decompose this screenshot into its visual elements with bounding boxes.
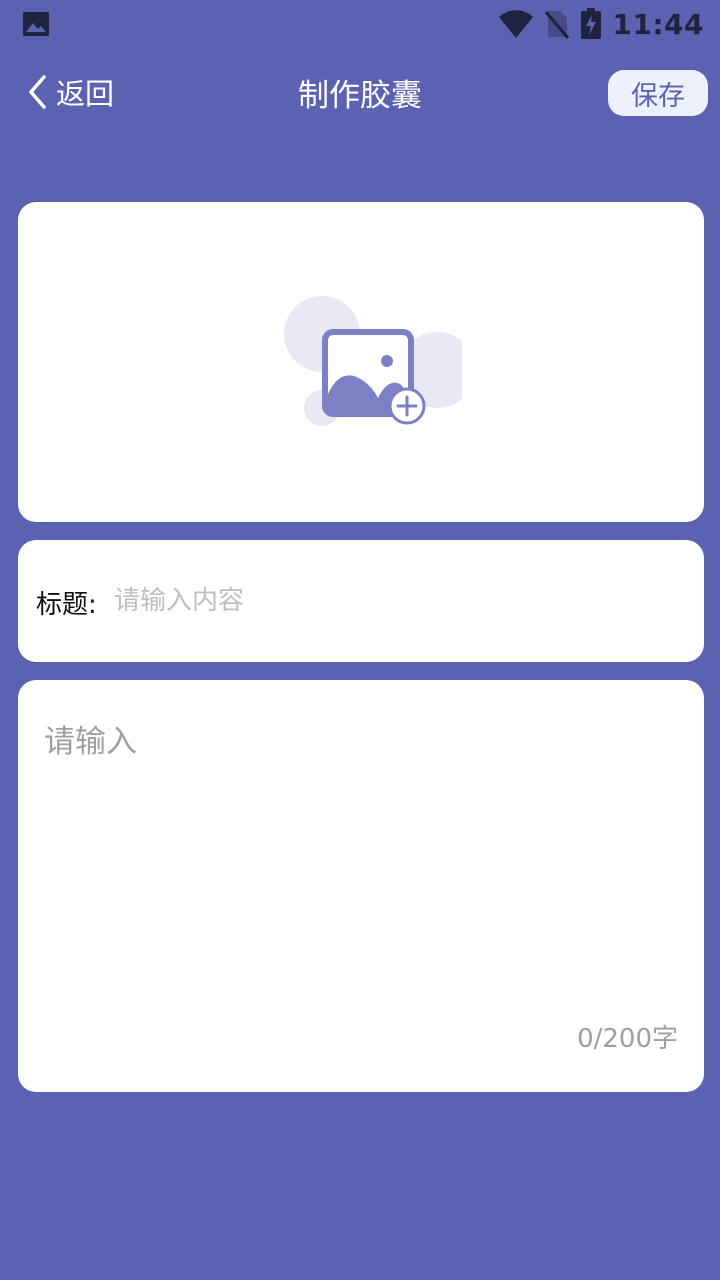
status-time: 11:44 [612,7,704,41]
status-bar: 11:44 [0,0,720,48]
gallery-notification-icon [23,12,49,36]
title-card: 标题: [18,540,704,662]
title-label: 标题: [36,590,97,620]
image-upload-card[interactable] [18,202,704,522]
battery-charging-icon [581,8,602,39]
save-button[interactable]: 保存 [608,70,708,116]
wifi-icon [499,10,534,38]
status-icons: 11:44 [498,6,704,42]
title-input[interactable] [114,576,674,626]
no-sim-icon [545,11,570,39]
top-nav-bar: 返回 制作胶囊 保存 [0,48,720,138]
content-textarea[interactable] [44,716,680,1006]
content-card: 0/200字 [18,680,704,1092]
character-counter: 0/200字 [577,1024,678,1054]
add-image-icon[interactable] [262,294,462,434]
